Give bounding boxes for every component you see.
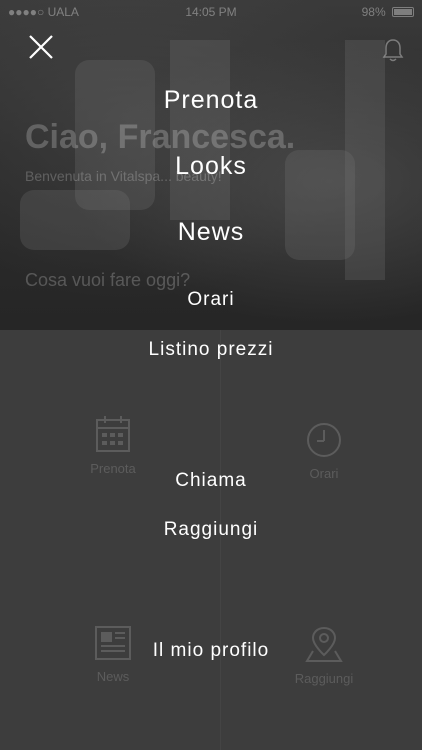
menu-item-il-mio-profilo[interactable]: Il mio profilo: [0, 640, 422, 662]
menu-item-listino-prezzi[interactable]: Listino prezzi: [0, 339, 422, 361]
menu-item-looks[interactable]: Looks: [0, 152, 422, 181]
menu-item-raggiungi[interactable]: Raggiungi: [0, 519, 422, 541]
menu-item-chiama[interactable]: Chiama: [0, 470, 422, 492]
menu-item-orari[interactable]: Orari: [0, 289, 422, 311]
menu-item-prenota[interactable]: Prenota: [0, 86, 422, 115]
close-icon[interactable]: [24, 30, 58, 64]
menu-item-news[interactable]: News: [0, 218, 422, 247]
navigation-menu-overlay: Prenota Looks News Orari Listino prezzi …: [0, 0, 422, 750]
